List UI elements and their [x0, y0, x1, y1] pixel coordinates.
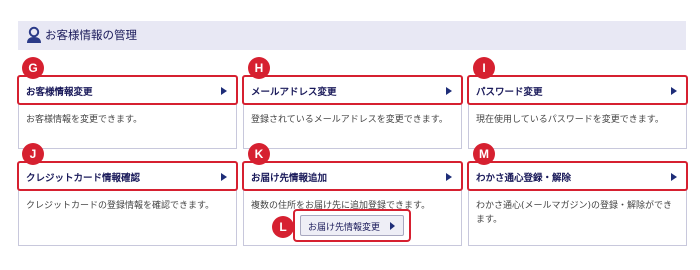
card-customer-info: お客様情報変更 お客様情報を変更できます。 — [17, 75, 238, 149]
section-title: お客様情報の管理 — [45, 28, 137, 42]
card-description: 現在使用しているパスワードを変更できます。 — [476, 115, 664, 125]
badge-i: I — [473, 57, 495, 79]
card-title: お客様情報変更 — [26, 87, 93, 98]
card-title: クレジットカード情報確認 — [26, 173, 141, 184]
badge-m: M — [473, 143, 495, 165]
customer-info-change-link[interactable]: お客様情報変更 — [17, 75, 238, 105]
arrow-right-icon — [390, 222, 395, 230]
credit-card-confirm-link[interactable]: クレジットカード情報確認 — [17, 161, 238, 191]
badge-g: G — [22, 57, 44, 79]
card-credit-card: クレジットカード情報確認 クレジットカードの登録情報を確認できます。 — [17, 161, 238, 246]
delivery-add-link[interactable]: お届け先情報追加 — [242, 161, 463, 191]
card-email: メールアドレス変更 登録されているメールアドレスを変更できます。 — [242, 75, 463, 149]
user-icon — [27, 26, 41, 43]
card-description: クレジットカードの登録情報を確認できます。 — [26, 201, 215, 211]
arrow-right-icon — [671, 173, 677, 181]
card-description: わかさ通心(メールマガジン)の登録・解除ができます。 — [476, 201, 673, 225]
arrow-right-icon — [671, 87, 677, 95]
newsletter-register-link[interactable]: わかさ通心登録・解除 — [467, 161, 688, 191]
badge-l: L — [272, 216, 294, 238]
email-change-link[interactable]: メールアドレス変更 — [242, 75, 463, 105]
card-title: パスワード変更 — [476, 87, 543, 98]
card-title: メールアドレス変更 — [251, 87, 337, 98]
card-newsletter: わかさ通心登録・解除 わかさ通心(メールマガジン)の登録・解除ができます。 — [467, 161, 688, 246]
badge-j: J — [22, 143, 44, 165]
button-label: お届け先情報変更 — [308, 223, 381, 233]
card-title: お届け先情報追加 — [251, 173, 328, 184]
arrow-right-icon — [446, 87, 452, 95]
badge-k: K — [248, 143, 270, 165]
card-password: パスワード変更 現在使用しているパスワードを変更できます。 — [467, 75, 688, 149]
card-description: 登録されているメールアドレスを変更できます。 — [251, 115, 448, 125]
arrow-right-icon — [221, 173, 227, 181]
card-title: わかさ通心登録・解除 — [476, 173, 572, 184]
password-change-link[interactable]: パスワード変更 — [467, 75, 688, 105]
section-header: お客様情報の管理 — [18, 21, 686, 50]
arrow-right-icon — [221, 87, 227, 95]
badge-h: H — [248, 57, 270, 79]
arrow-right-icon — [446, 173, 452, 181]
delivery-change-button[interactable]: お届け先情報変更 — [300, 215, 404, 236]
card-description: お客様情報を変更できます。 — [26, 115, 143, 125]
